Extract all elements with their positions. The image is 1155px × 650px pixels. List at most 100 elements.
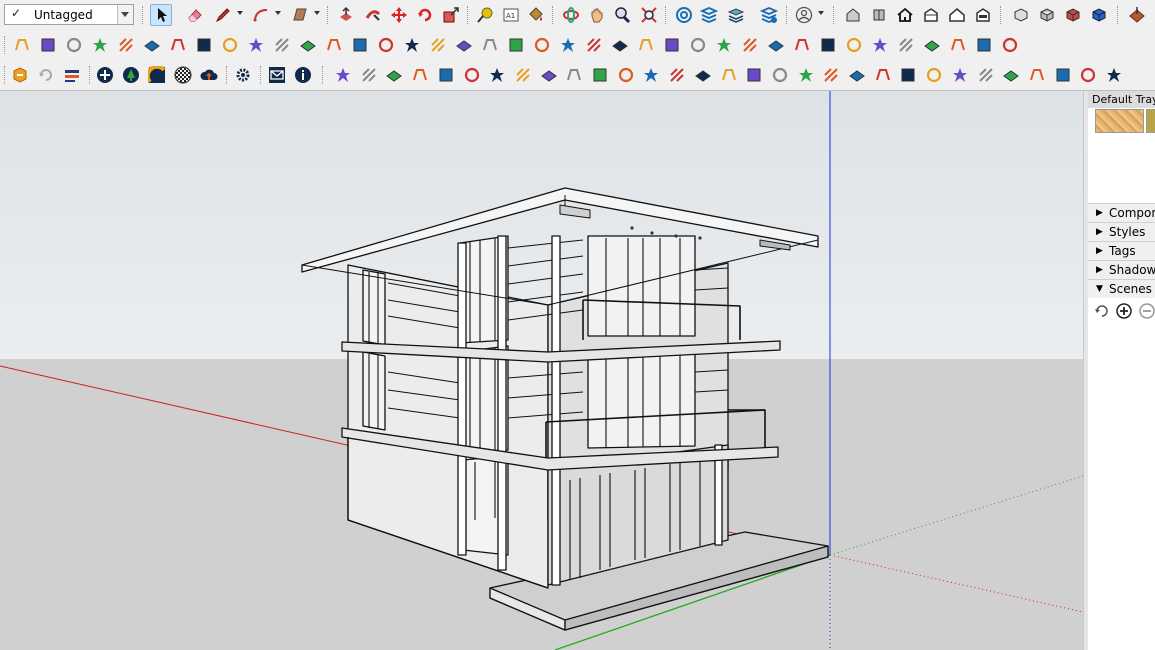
plugin-tool-button[interactable] [975,64,997,86]
plugin-tool-button[interactable] [1103,64,1125,86]
toolbar-grip[interactable] [552,6,555,24]
plugin-tool-button[interactable] [949,64,971,86]
plugin-tool-button[interactable] [512,64,534,86]
plugin-tool-button[interactable] [999,34,1021,56]
add-scene-icon[interactable] [1115,302,1133,320]
plugin-tool-button[interactable] [479,34,501,56]
plugin-tool-button[interactable] [640,64,662,86]
plugin-tool-button[interactable] [666,64,688,86]
top-view-button[interactable] [868,4,890,26]
plugin-tool-button[interactable] [245,34,267,56]
arc-tool-button[interactable] [250,4,272,26]
plugin-tool-button[interactable] [538,64,560,86]
textured-style-button[interactable] [1088,4,1110,26]
plugin-tool-button[interactable] [193,34,215,56]
settings-button[interactable] [232,64,254,86]
plugin-tool-button[interactable] [687,34,709,56]
plugin-tool-button[interactable] [11,34,33,56]
rectangle-tool-button[interactable] [289,4,311,26]
plugin-tool-button[interactable] [219,34,241,56]
iso-view-button[interactable] [842,4,864,26]
tape-measure-tool-button[interactable] [474,4,496,26]
orbit-tool-button[interactable] [560,4,582,26]
account-dropdown-icon[interactable] [818,11,824,15]
model-viewport[interactable] [0,91,1083,650]
sandbox-tool-button[interactable] [1126,4,1148,26]
toolbar-grip[interactable] [1117,6,1120,24]
dimension-tool-button[interactable]: A1 [500,4,522,26]
toolbar-grip[interactable] [142,6,145,24]
3d-warehouse-button[interactable] [673,4,695,26]
panel-tags[interactable]: ▶ Tags [1088,241,1155,260]
back-view-button[interactable] [946,4,968,26]
plugin-tool-button[interactable] [271,34,293,56]
line-tools-dropdown-icon[interactable] [237,11,243,15]
toolbar-grip[interactable] [4,36,7,54]
plugin-tool-button[interactable] [769,64,791,86]
material-editor-button[interactable] [172,64,194,86]
plugin-tool-button[interactable] [89,34,111,56]
toolbar-grip[interactable] [833,6,836,24]
plugin-tool-button[interactable] [795,64,817,86]
tree-button[interactable] [120,64,142,86]
extension-manager-button[interactable] [758,4,780,26]
plugin-tool-button[interactable] [563,64,585,86]
arc-tools-dropdown-icon[interactable] [275,11,281,15]
tray-title-bar[interactable]: Default Tray [1088,91,1155,108]
refresh-button[interactable] [35,64,57,86]
add-content-button[interactable] [94,64,116,86]
plugin-tool-button[interactable] [973,34,995,56]
chevron-down-icon[interactable] [117,5,133,24]
plugin-tool-button[interactable] [765,34,787,56]
plugin-tool-button[interactable] [609,34,631,56]
plugin-tool-button[interactable] [505,34,527,56]
plugin-tool-button[interactable] [141,34,163,56]
plugin-tool-button[interactable] [817,34,839,56]
plugin-tool-button[interactable] [461,64,483,86]
toolbar-grip[interactable] [786,6,789,24]
plugin-tool-button[interactable] [427,34,449,56]
plugin-tool-button[interactable] [713,34,735,56]
shaded-style-button[interactable] [1062,4,1084,26]
pan-tool-button[interactable] [586,4,608,26]
remove-scene-icon[interactable] [1138,302,1155,320]
panel-scenes[interactable]: ▼ Scenes [1088,279,1155,298]
plugin-tool-button[interactable] [739,34,761,56]
plugin-tool-button[interactable] [820,64,842,86]
plugin-tool-button[interactable] [167,34,189,56]
plugin-tool-button[interactable] [453,34,475,56]
toolbar-grip[interactable] [4,66,7,84]
toolbar-grip[interactable] [260,66,263,84]
move-tool-button[interactable] [388,4,410,26]
plugin-tool-button[interactable] [1000,64,1022,86]
zoom-extents-tool-button[interactable] [638,4,660,26]
plugin-tool-button[interactable] [401,34,423,56]
right-view-button[interactable] [920,4,942,26]
plugin-tool-button[interactable] [323,34,345,56]
plugin-tool-button[interactable] [297,34,319,56]
plugin-tool-button[interactable] [1077,64,1099,86]
layout-button[interactable] [725,4,747,26]
paint-bucket-tool-button[interactable] [525,4,547,26]
plugin-tool-button[interactable] [486,64,508,86]
plugin-tool-button[interactable] [557,34,579,56]
toolbar-grip[interactable] [665,6,668,24]
panel-styles[interactable]: ▶ Styles [1088,222,1155,241]
sketchup-logo-button[interactable] [9,64,31,86]
plugin-tool-button[interactable] [947,34,969,56]
plugin-tool-button[interactable] [37,34,59,56]
push-pull-tool-button[interactable] [335,4,357,26]
panel-components[interactable]: ▶ Components [1088,203,1155,222]
plugin-tool-button[interactable] [583,34,605,56]
sun-settings-button[interactable] [146,64,168,86]
plugin-tool-button[interactable] [635,34,657,56]
plugin-tool-button[interactable] [332,64,354,86]
plugin-tool-button[interactable] [1052,64,1074,86]
material-swatch[interactable] [1095,109,1144,133]
plugin-tool-button[interactable] [409,64,431,86]
refresh-scenes-icon[interactable] [1093,302,1111,320]
plugin-tool-button[interactable] [897,64,919,86]
plugin-tool-button[interactable] [923,64,945,86]
extension-warehouse-button[interactable] [698,4,720,26]
plugin-tool-button[interactable] [375,34,397,56]
